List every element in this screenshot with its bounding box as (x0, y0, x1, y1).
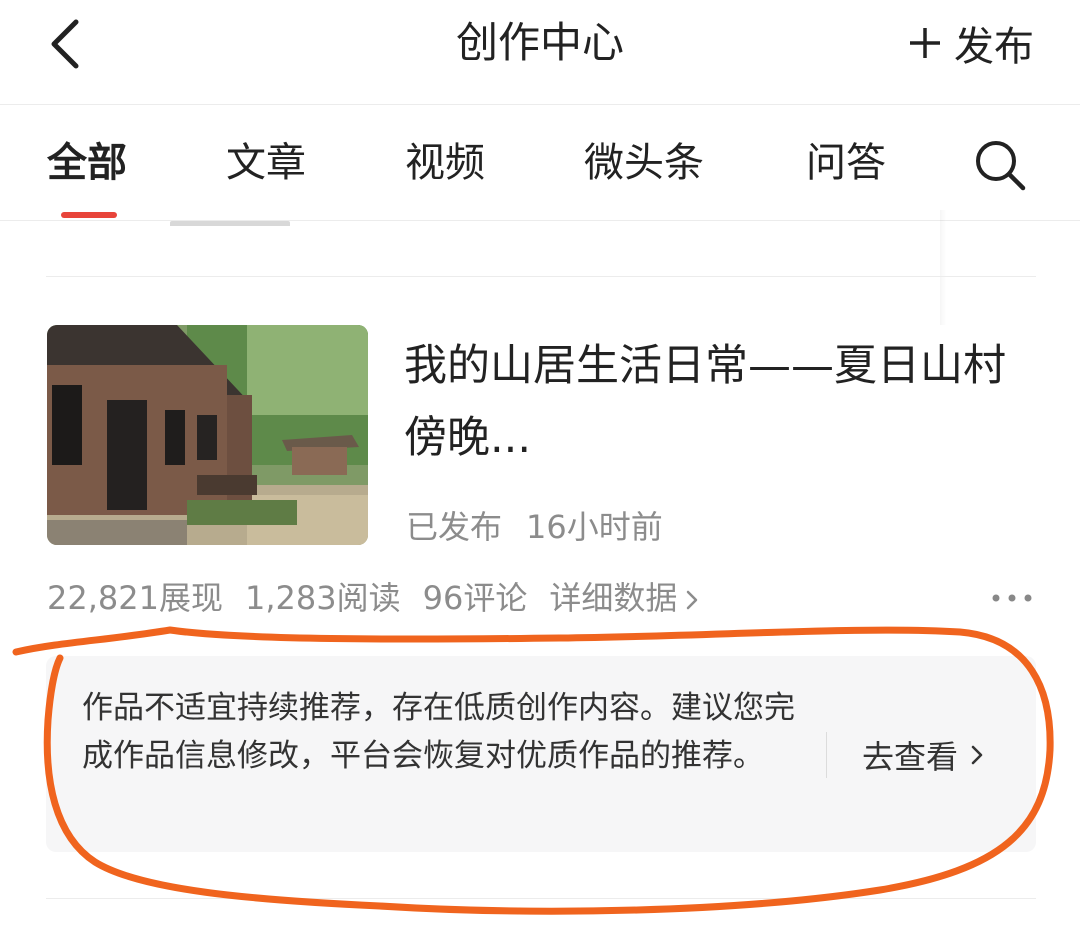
item-separator (46, 898, 1036, 899)
notice-message: 作品不适宜持续推荐，存在低质创作内容。建议您完成作品信息修改，平台会恢复对优质作… (82, 690, 795, 774)
publish-status: 已发布 (406, 508, 503, 546)
publish-time: 16小时前 (526, 508, 663, 546)
item-separator (46, 276, 1036, 277)
detailed-data-label: 详细数据 (549, 579, 678, 617)
tab-articles[interactable]: 文章 (226, 135, 306, 191)
article-stats: 22,821展现 1,283阅读 96评论 详细数据 (47, 576, 699, 620)
tab-micro-headlines[interactable]: 微头条 (584, 135, 704, 191)
publish-button[interactable]: 发布 (908, 14, 1034, 72)
top-navigation-bar: 创作中心 发布 (0, 0, 1080, 105)
chevron-right-icon (971, 745, 983, 765)
article-status-line: 已发布 16小时前 (406, 505, 687, 549)
content-tab-bar: 全部 文章 视频 微头条 问答 (0, 105, 1080, 325)
impressions-count: 22,821展现 (47, 579, 223, 617)
tab-videos[interactable]: 视频 (405, 135, 485, 191)
article-title[interactable]: 我的山居生活日常——夏日山村傍晚... (404, 330, 1034, 474)
tab-scroll-fade (940, 210, 946, 325)
notice-divider (826, 732, 827, 778)
detailed-data-link[interactable]: 详细数据 (549, 579, 699, 617)
tab-all[interactable]: 全部 (47, 135, 127, 191)
reads-count: 1,283阅读 (244, 579, 401, 617)
go-view-button[interactable]: 去查看 (862, 732, 984, 778)
village-house-image (47, 325, 368, 545)
tab-qa[interactable]: 问答 (806, 135, 886, 191)
go-view-label: 去查看 (862, 738, 959, 776)
plus-icon (910, 28, 940, 58)
active-tab-indicator (61, 212, 117, 218)
publish-label: 发布 (954, 24, 1034, 70)
more-options-icon[interactable] (990, 588, 1034, 608)
search-icon[interactable] (973, 138, 1027, 192)
article-thumbnail[interactable] (47, 325, 368, 545)
low-quality-notice: 作品不适宜持续推荐，存在低质创作内容。建议您完成作品信息修改，平台会恢复对优质作… (46, 656, 1036, 852)
chevron-right-icon (687, 590, 698, 610)
previous-item-remnant (150, 214, 850, 226)
comments-count: 96评论 (422, 579, 528, 617)
